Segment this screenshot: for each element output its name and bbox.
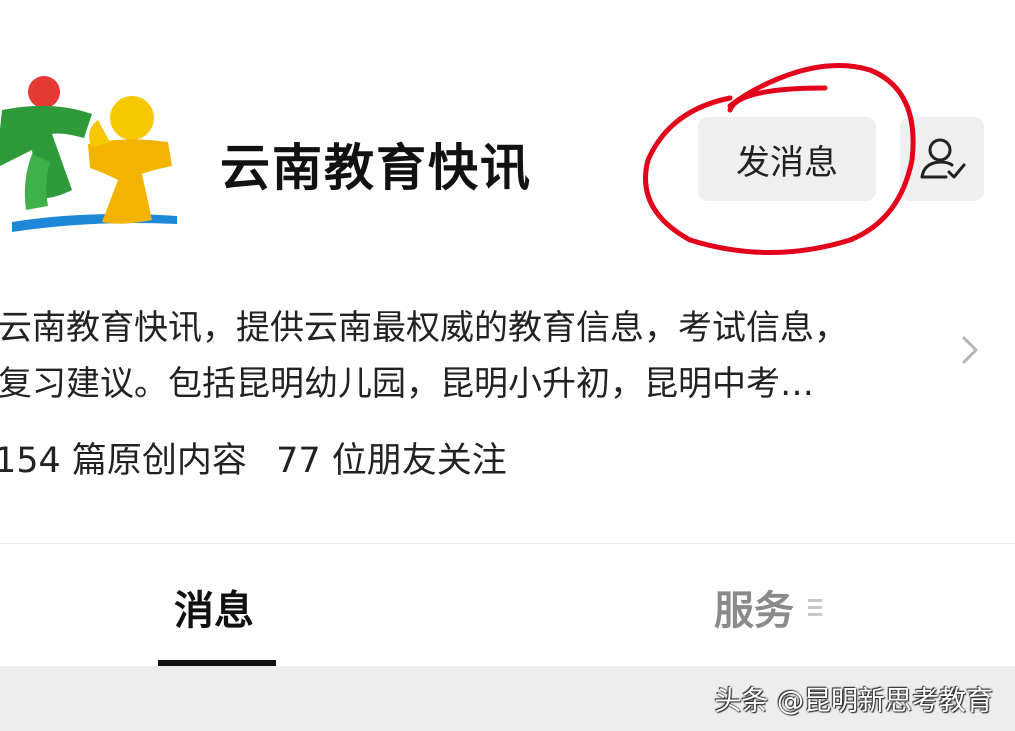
- send-message-button[interactable]: 发消息: [698, 117, 876, 201]
- tab-services[interactable]: 服务: [714, 578, 822, 636]
- account-name: 云南教育快讯: [220, 139, 532, 197]
- friends-following-count: 77 位朋友关注: [276, 441, 507, 481]
- account-stats: 154 篇原创内容 77 位朋友关注: [0, 432, 525, 483]
- tab-messages[interactable]: 消息: [174, 578, 254, 636]
- tab-services-label: 服务: [714, 588, 794, 634]
- menu-lines-icon: [808, 595, 822, 620]
- user-check-icon: [920, 138, 966, 179]
- chevron-right-icon[interactable]: [955, 332, 985, 368]
- account-logo: [0, 76, 177, 232]
- description-line-2: 复习建议。包括昆明幼儿园，昆明小升初，昆明中考…: [0, 364, 814, 404]
- description-line-1: 云南教育快讯，提供云南最权威的教育信息，考试信息，: [0, 308, 848, 348]
- account-description[interactable]: 云南教育快讯，提供云南最权威的教育信息，考试信息， 复习建议。包括昆明幼儿园，昆…: [0, 300, 938, 412]
- original-content-count: 154 篇原创内容: [0, 441, 247, 481]
- divider: [0, 543, 1015, 544]
- watermark: 头条 @昆明新思考教育: [714, 686, 993, 717]
- follow-status-button[interactable]: [900, 117, 984, 201]
- official-account-profile: 云南教育快讯 发消息 云南教育快讯，提供云南最权威的教育信息，考试信息， 复习建…: [0, 0, 1015, 731]
